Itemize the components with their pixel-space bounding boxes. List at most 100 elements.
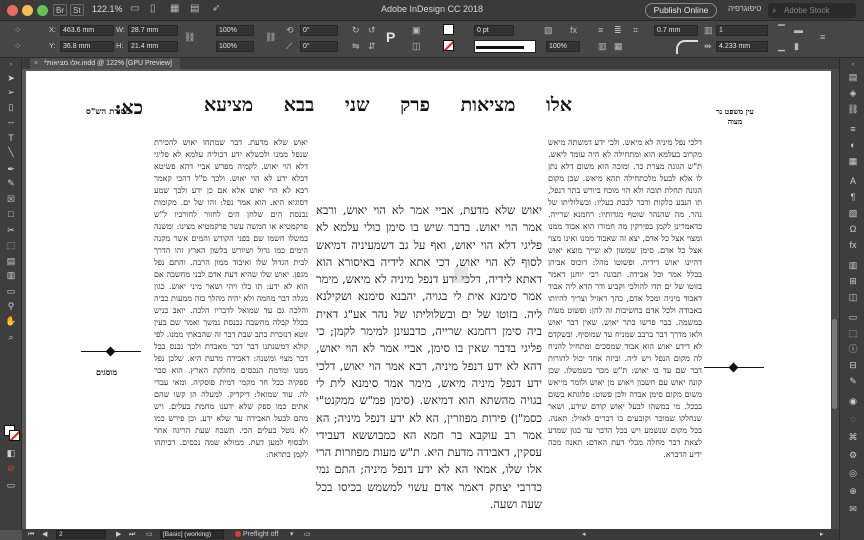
bridge-button[interactable]: Br (53, 4, 67, 16)
hand-tool-icon[interactable]: ✋ (5, 316, 17, 326)
page-tool-icon[interactable]: ▯ (5, 102, 17, 112)
last-page-icon[interactable]: ⏭ (129, 529, 135, 540)
layout-icon[interactable]: ▤ (190, 3, 199, 14)
rotation-angle-field[interactable]: 0° (300, 25, 338, 36)
zoom-level-dropdown[interactable]: 122.1% (92, 4, 123, 14)
apply-none-icon[interactable]: ⊘ (5, 463, 17, 473)
pen-tool-icon[interactable]: ✒ (5, 164, 17, 174)
align-left-icon[interactable]: ≡ (598, 25, 603, 35)
close-window-button[interactable] (7, 5, 18, 16)
line-tool-icon[interactable]: ╲ (5, 147, 17, 157)
free-transform-tool-icon[interactable]: ⬚ (5, 240, 17, 250)
shear-angle-field[interactable]: 0° (300, 41, 338, 52)
gap-tool-icon[interactable]: ↔ (5, 116, 17, 126)
previous-page-icon[interactable]: ◀ (42, 529, 47, 540)
width-field[interactable]: 28.7 mm (128, 25, 178, 36)
stock-button[interactable]: St (70, 4, 84, 16)
tables-panel-icon[interactable]: ⊟ (847, 360, 859, 371)
vertical-scrollbar[interactable] (831, 69, 839, 529)
preflight-status[interactable]: Preflight off (235, 529, 278, 540)
tosafot-column[interactable]: יאוש שלא מדעת. דבר שמתחו יאוש להכירת שנפ… (154, 137, 308, 529)
notes-panel-icon[interactable]: ✉ (847, 504, 859, 515)
drop-shadow-icon[interactable]: ▧ (544, 25, 553, 36)
vertical-justify-bottom-icon[interactable]: ▁ (778, 41, 785, 52)
select-container-icon[interactable]: ▣ (412, 25, 421, 36)
workspace-switcher[interactable]: טיפוגרפיה (728, 4, 761, 13)
publish-online-button[interactable]: Publish Online (645, 3, 717, 18)
rectangle-frame-tool-icon[interactable]: ☒ (5, 194, 17, 204)
effects-fx-icon[interactable]: fx (570, 25, 577, 35)
reference-point-icon-2[interactable]: ⁘ (14, 41, 22, 52)
constrain-scale-icon[interactable]: ⛓ (265, 32, 276, 43)
vertical-justify-center-icon[interactable]: ▬ (794, 25, 803, 35)
corner-shape-preview[interactable] (676, 40, 698, 54)
rashi-column[interactable]: דלכי נפל מיניה לא מיאש. ולכי ידע דמשתה מ… (548, 137, 702, 529)
flip-vertical-icon[interactable]: ⇵ (368, 41, 376, 52)
control-panel-menu-icon[interactable]: ≡ (820, 32, 825, 42)
pages-panel-icon[interactable]: ▤ (847, 72, 859, 83)
gradient-panel-icon[interactable]: ▭ (847, 312, 859, 323)
pencil-tool-icon[interactable]: ✎ (5, 178, 17, 188)
adobe-stock-search[interactable]: ⌕ Adobe Stock (768, 3, 856, 18)
links-panel-icon[interactable]: ⛓ (847, 104, 859, 115)
color-panel-icon[interactable]: ◐ (847, 140, 859, 151)
align-center-icon[interactable]: ≣ (614, 25, 622, 36)
first-page-icon[interactable]: ⏮ (28, 529, 34, 540)
rotate-90-ccw-icon[interactable]: ↺ (368, 25, 376, 36)
zoom-window-button[interactable] (37, 5, 48, 16)
document-page[interactable]: כא: אלו מציאות פרק שני בבא מציעא מסורת ה… (26, 71, 833, 529)
formatting-container-icon[interactable]: ◧ (5, 448, 17, 458)
glyphs-panel-icon[interactable]: Ω (847, 224, 859, 235)
arrange-documents-icon[interactable]: ▦ (170, 3, 179, 14)
scroll-left-icon[interactable]: ◂ (582, 529, 586, 540)
cross-references-icon[interactable]: ⌘ (847, 432, 859, 443)
gradient-swatch-tool-icon[interactable]: ▤ (5, 256, 17, 266)
open-page-icon[interactable]: ▭ (304, 529, 311, 540)
eyedropper-tool-icon[interactable]: ⚲ (5, 301, 17, 311)
vertical-justify-top-icon[interactable]: ▔ (778, 25, 785, 36)
text-wrap-panel-icon[interactable]: ▥ (847, 260, 859, 271)
cc-libraries-icon[interactable]: ◉ (847, 396, 859, 407)
view-options-icon[interactable]: ▭ (130, 3, 139, 14)
corner-offset-field[interactable]: 0.7 mm (654, 25, 698, 36)
reference-point-icon[interactable]: ⁘ (14, 25, 22, 36)
gutter-field[interactable]: 4.233 mm (716, 41, 768, 52)
pathfinder-panel-icon[interactable]: ◫ (847, 292, 859, 303)
opacity-field[interactable]: 100% (546, 41, 580, 52)
stroke-weight-field[interactable]: 0 pt (474, 25, 514, 36)
x-position-field[interactable]: 463.6 mm (60, 25, 114, 36)
columns-field[interactable]: 1 (716, 25, 768, 36)
scale-y-field[interactable]: 100% (216, 41, 254, 52)
stroke-swatch[interactable] (443, 40, 454, 51)
expand-panels-icon[interactable]: « (847, 60, 859, 71)
paragraph-styles-icon[interactable]: ¶ (847, 192, 859, 203)
select-content-icon[interactable]: ◫ (412, 41, 421, 52)
gemara-column[interactable]: יאוש שלא מדעת, אביי אמר לא הוי יאוש, ורב… (316, 202, 542, 529)
swatches-panel-icon[interactable]: ▦ (847, 156, 859, 167)
text-wrap-2-icon[interactable]: ▦ (614, 41, 623, 52)
collapse-panel-icon[interactable]: » (5, 60, 17, 70)
info-panel-icon[interactable]: ⓘ (847, 344, 859, 355)
document-tab[interactable]: × *אלו מציאות.indd @ 122% [GPU Preview] (30, 58, 180, 69)
minimize-window-button[interactable] (22, 5, 33, 16)
close-tab-icon[interactable]: × (34, 58, 38, 69)
vertical-justify-full-icon[interactable]: ▮ (794, 41, 799, 52)
stroke-panel-icon[interactable]: ≡ (847, 124, 859, 135)
gpu-rocket-icon[interactable]: ➶ (212, 3, 220, 14)
corner-options-icon[interactable]: ⌗ (633, 25, 638, 36)
stroke-color-swatch[interactable] (9, 430, 20, 441)
master-page-field[interactable]: [Basic] (working) (160, 530, 224, 539)
pasteboard[interactable]: כא: אלו מציאות פרק שני בבא מציעא מסורת ה… (22, 69, 839, 529)
screen-mode-icon[interactable]: ▯ (150, 3, 156, 14)
layers-panel-icon[interactable]: ◈ (847, 88, 859, 99)
vertical-scroll-thumb[interactable] (832, 319, 837, 409)
properties-panel-icon[interactable]: ◌ (847, 414, 859, 425)
character-styles-icon[interactable]: A (847, 176, 859, 187)
screen-mode-tool-icon[interactable]: ▭ (5, 480, 17, 490)
next-page-icon[interactable]: ▶ (116, 529, 121, 540)
constrain-proportions-icon[interactable]: ⛓ (184, 32, 195, 43)
transform-panel-icon[interactable]: ⬚ (847, 328, 859, 339)
object-styles-icon[interactable]: ▧ (847, 208, 859, 219)
script-panel-icon[interactable]: ⚙ (847, 450, 859, 461)
effects-panel-icon[interactable]: fx (847, 240, 859, 251)
